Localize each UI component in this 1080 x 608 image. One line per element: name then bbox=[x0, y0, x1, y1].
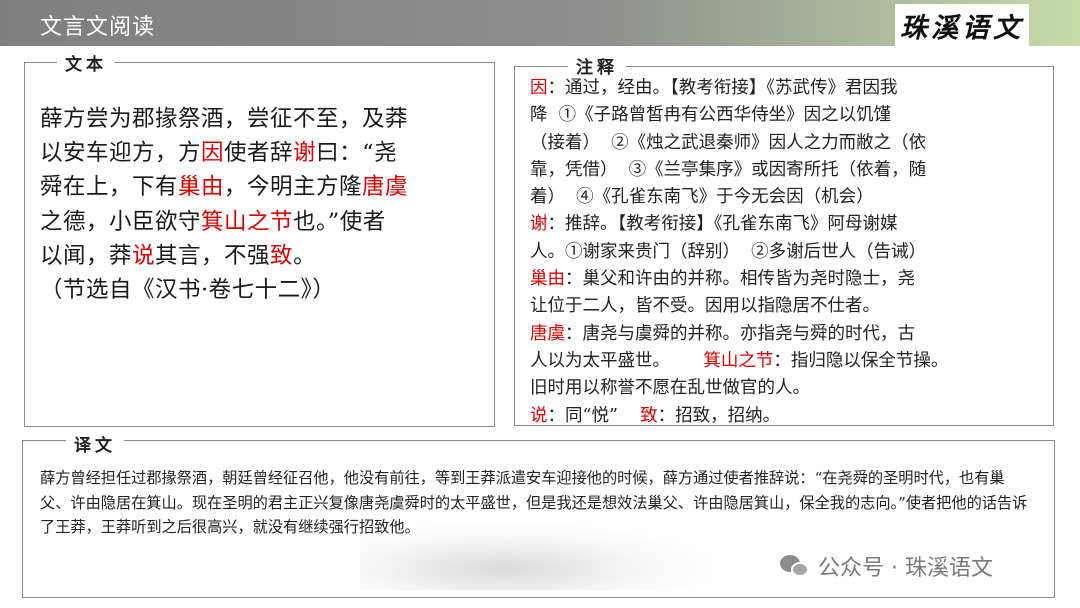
note-text: 人。①谢家来贵门（辞别） ②多谢后世人（告诫） bbox=[530, 241, 927, 262]
passage-text: ，今明主方隆 bbox=[224, 174, 363, 201]
wechat-icon bbox=[780, 553, 810, 579]
note-text: 让位于二人，皆不受。因用以指隐居不仕者。 bbox=[530, 296, 880, 317]
note-line: 让位于二人，皆不受。因用以指隐居不仕者。 bbox=[530, 293, 1050, 320]
watermark: 公众号 · 珠溪语文 bbox=[780, 550, 993, 582]
highlighted-term: 谢 bbox=[293, 140, 317, 167]
note-line: 巢由：巢父和许由的并称。相传皆为尧时隐士，尧 bbox=[530, 266, 1050, 293]
highlighted-term: 谢 bbox=[530, 214, 548, 235]
note-text: ：巢父和许由的并称。相传皆为尧时隐士，尧 bbox=[565, 269, 915, 290]
highlighted-term: 致 bbox=[270, 242, 294, 269]
note-line: 谢：推辞。【教考衔接】《孔雀东南飞》阿母谢媒 bbox=[530, 211, 1050, 238]
passage-text: 使者辞 bbox=[224, 140, 294, 167]
passage-line: 之德，小臣欲守箕山之节也。”使者 bbox=[40, 205, 480, 239]
passage-text: 。 bbox=[293, 242, 317, 269]
note-line: 着） ④《孔雀东南飞》于今无会因（机会） bbox=[530, 184, 1050, 211]
highlighted-term: 唐虞 bbox=[362, 174, 409, 201]
note-text: 降 ①《子路曾皙冉有公西华侍坐》因之以饥馑 bbox=[530, 105, 892, 126]
note-text: ：唐尧与虞舜的并称。亦指尧与舜的时代，古 bbox=[565, 323, 915, 344]
passage-text: 舜在上，下有 bbox=[40, 174, 179, 201]
highlighted-term: 箕山之节 bbox=[201, 208, 294, 235]
header-bar: 文言文阅读 珠溪语文 bbox=[0, 0, 1080, 46]
translation-panel-label: 译文 bbox=[66, 431, 124, 456]
note-text: ：同“悦” bbox=[547, 405, 641, 426]
highlighted-term: 箕山之节 bbox=[703, 350, 774, 371]
passage-line: 薛方尝为郡掾祭酒，尝征不至，及莽 bbox=[40, 102, 480, 136]
note-text: 靠，凭借） ③《兰亭集序》或因寄所托（依着，随 bbox=[530, 159, 927, 180]
note-text: 旧时用以称誉不愿在乱世做官的人。 bbox=[530, 378, 810, 399]
passage-text: 薛方尝为郡掾祭酒，尝征不至，及莽 bbox=[40, 106, 409, 132]
passage-line: （节选自《汉书·卷七十二》） bbox=[40, 273, 480, 307]
highlighted-term: 唐虞 bbox=[530, 323, 565, 344]
passage-line: 以闻，莽说其言，不强致。 bbox=[40, 239, 480, 273]
note-line: 说：同“悦” 致：招致，招纳。 bbox=[530, 403, 1050, 430]
note-text: ：指归隐以保全节操。 bbox=[773, 350, 949, 371]
note-text: ：推辞。【教考衔接】《孔雀东南飞》阿母谢媒 bbox=[547, 214, 898, 235]
note-line: 人以为太平盛世。 箕山之节：指归隐以保全节操。 bbox=[530, 348, 1050, 375]
passage-text: （节选自《汉书·卷七十二》） bbox=[40, 277, 336, 304]
highlighted-term: 说 bbox=[132, 242, 156, 269]
highlighted-term: 因 bbox=[201, 140, 225, 167]
highlighted-term: 巢由 bbox=[178, 174, 225, 201]
note-text: ：通过，经由。【教考衔接】《苏武传》君因我 bbox=[547, 78, 898, 98]
passage-line: 以安车迎方，方因使者辞谢曰：“尧 bbox=[40, 136, 480, 170]
passage-text: 以闻，莽 bbox=[40, 242, 133, 269]
note-line: 靠，凭借） ③《兰亭集序》或因寄所托（依着，随 bbox=[530, 157, 1050, 184]
passage-text: 以安车迎方，方 bbox=[40, 140, 202, 167]
note-text: 人以为太平盛世。 bbox=[530, 350, 704, 371]
translation-text: 薛方曾经担任过郡掾祭酒，朝廷曾经征召他，他没有前往，等到王莽派遣安车迎接他的时候… bbox=[40, 469, 1028, 536]
text-panel-label: 文本 bbox=[57, 50, 115, 75]
passage-text: 之德，小臣欲守 bbox=[40, 208, 202, 235]
note-line: 降 ①《子路曾皙冉有公西华侍坐》因之以饥馑 bbox=[530, 102, 1050, 129]
note-line: （接着） ②《烛之武退秦师》因人之力而敝之（依 bbox=[530, 130, 1050, 157]
passage-line: 舜在上，下有巢由，今明主方隆唐虞 bbox=[40, 170, 480, 204]
watermark-text: 公众号 · 珠溪语文 bbox=[818, 556, 993, 581]
highlighted-term: 说 bbox=[530, 405, 548, 426]
passage-text: 也。”使者 bbox=[293, 208, 386, 235]
classical-passage: 薛方尝为郡掾祭酒，尝征不至，及莽 以安车迎方，方因使者辞谢曰：“尧 舜在上，下有巢由… bbox=[40, 102, 480, 307]
note-text: ：招致，招纳。 bbox=[657, 405, 781, 426]
highlighted-term: 因 bbox=[530, 78, 548, 98]
note-line: 人。①谢家来贵门（辞别） ②多谢后世人（告诫） bbox=[530, 239, 1050, 266]
note-line: 旧时用以称誉不愿在乱世做官的人。 bbox=[530, 375, 1050, 402]
note-text: 着） ④《孔雀东南飞》于今无会因（机会） bbox=[530, 187, 874, 208]
brand-logo: 珠溪语文 bbox=[895, 4, 1029, 46]
annotation-list: 因：通过，经由。【教考衔接】《苏武传》君因我降 ①《子路曾皙冉有公西华侍坐》因之… bbox=[530, 75, 1050, 430]
page-title: 文言文阅读 bbox=[40, 15, 156, 40]
passage-text: 其言，不强 bbox=[155, 242, 271, 269]
note-line: 唐虞：唐尧与虞舜的并称。亦指尧与舜的时代，古 bbox=[530, 321, 1050, 348]
passage-text: 曰：“尧 bbox=[316, 140, 398, 167]
highlighted-term: 巢由 bbox=[530, 269, 565, 290]
highlighted-term: 致 bbox=[640, 405, 658, 426]
note-text: （接着） ②《烛之武退秦师》因人之力而敝之（依 bbox=[530, 132, 927, 153]
note-line: 因：通过，经由。【教考衔接】《苏武传》君因我 bbox=[530, 75, 1050, 102]
